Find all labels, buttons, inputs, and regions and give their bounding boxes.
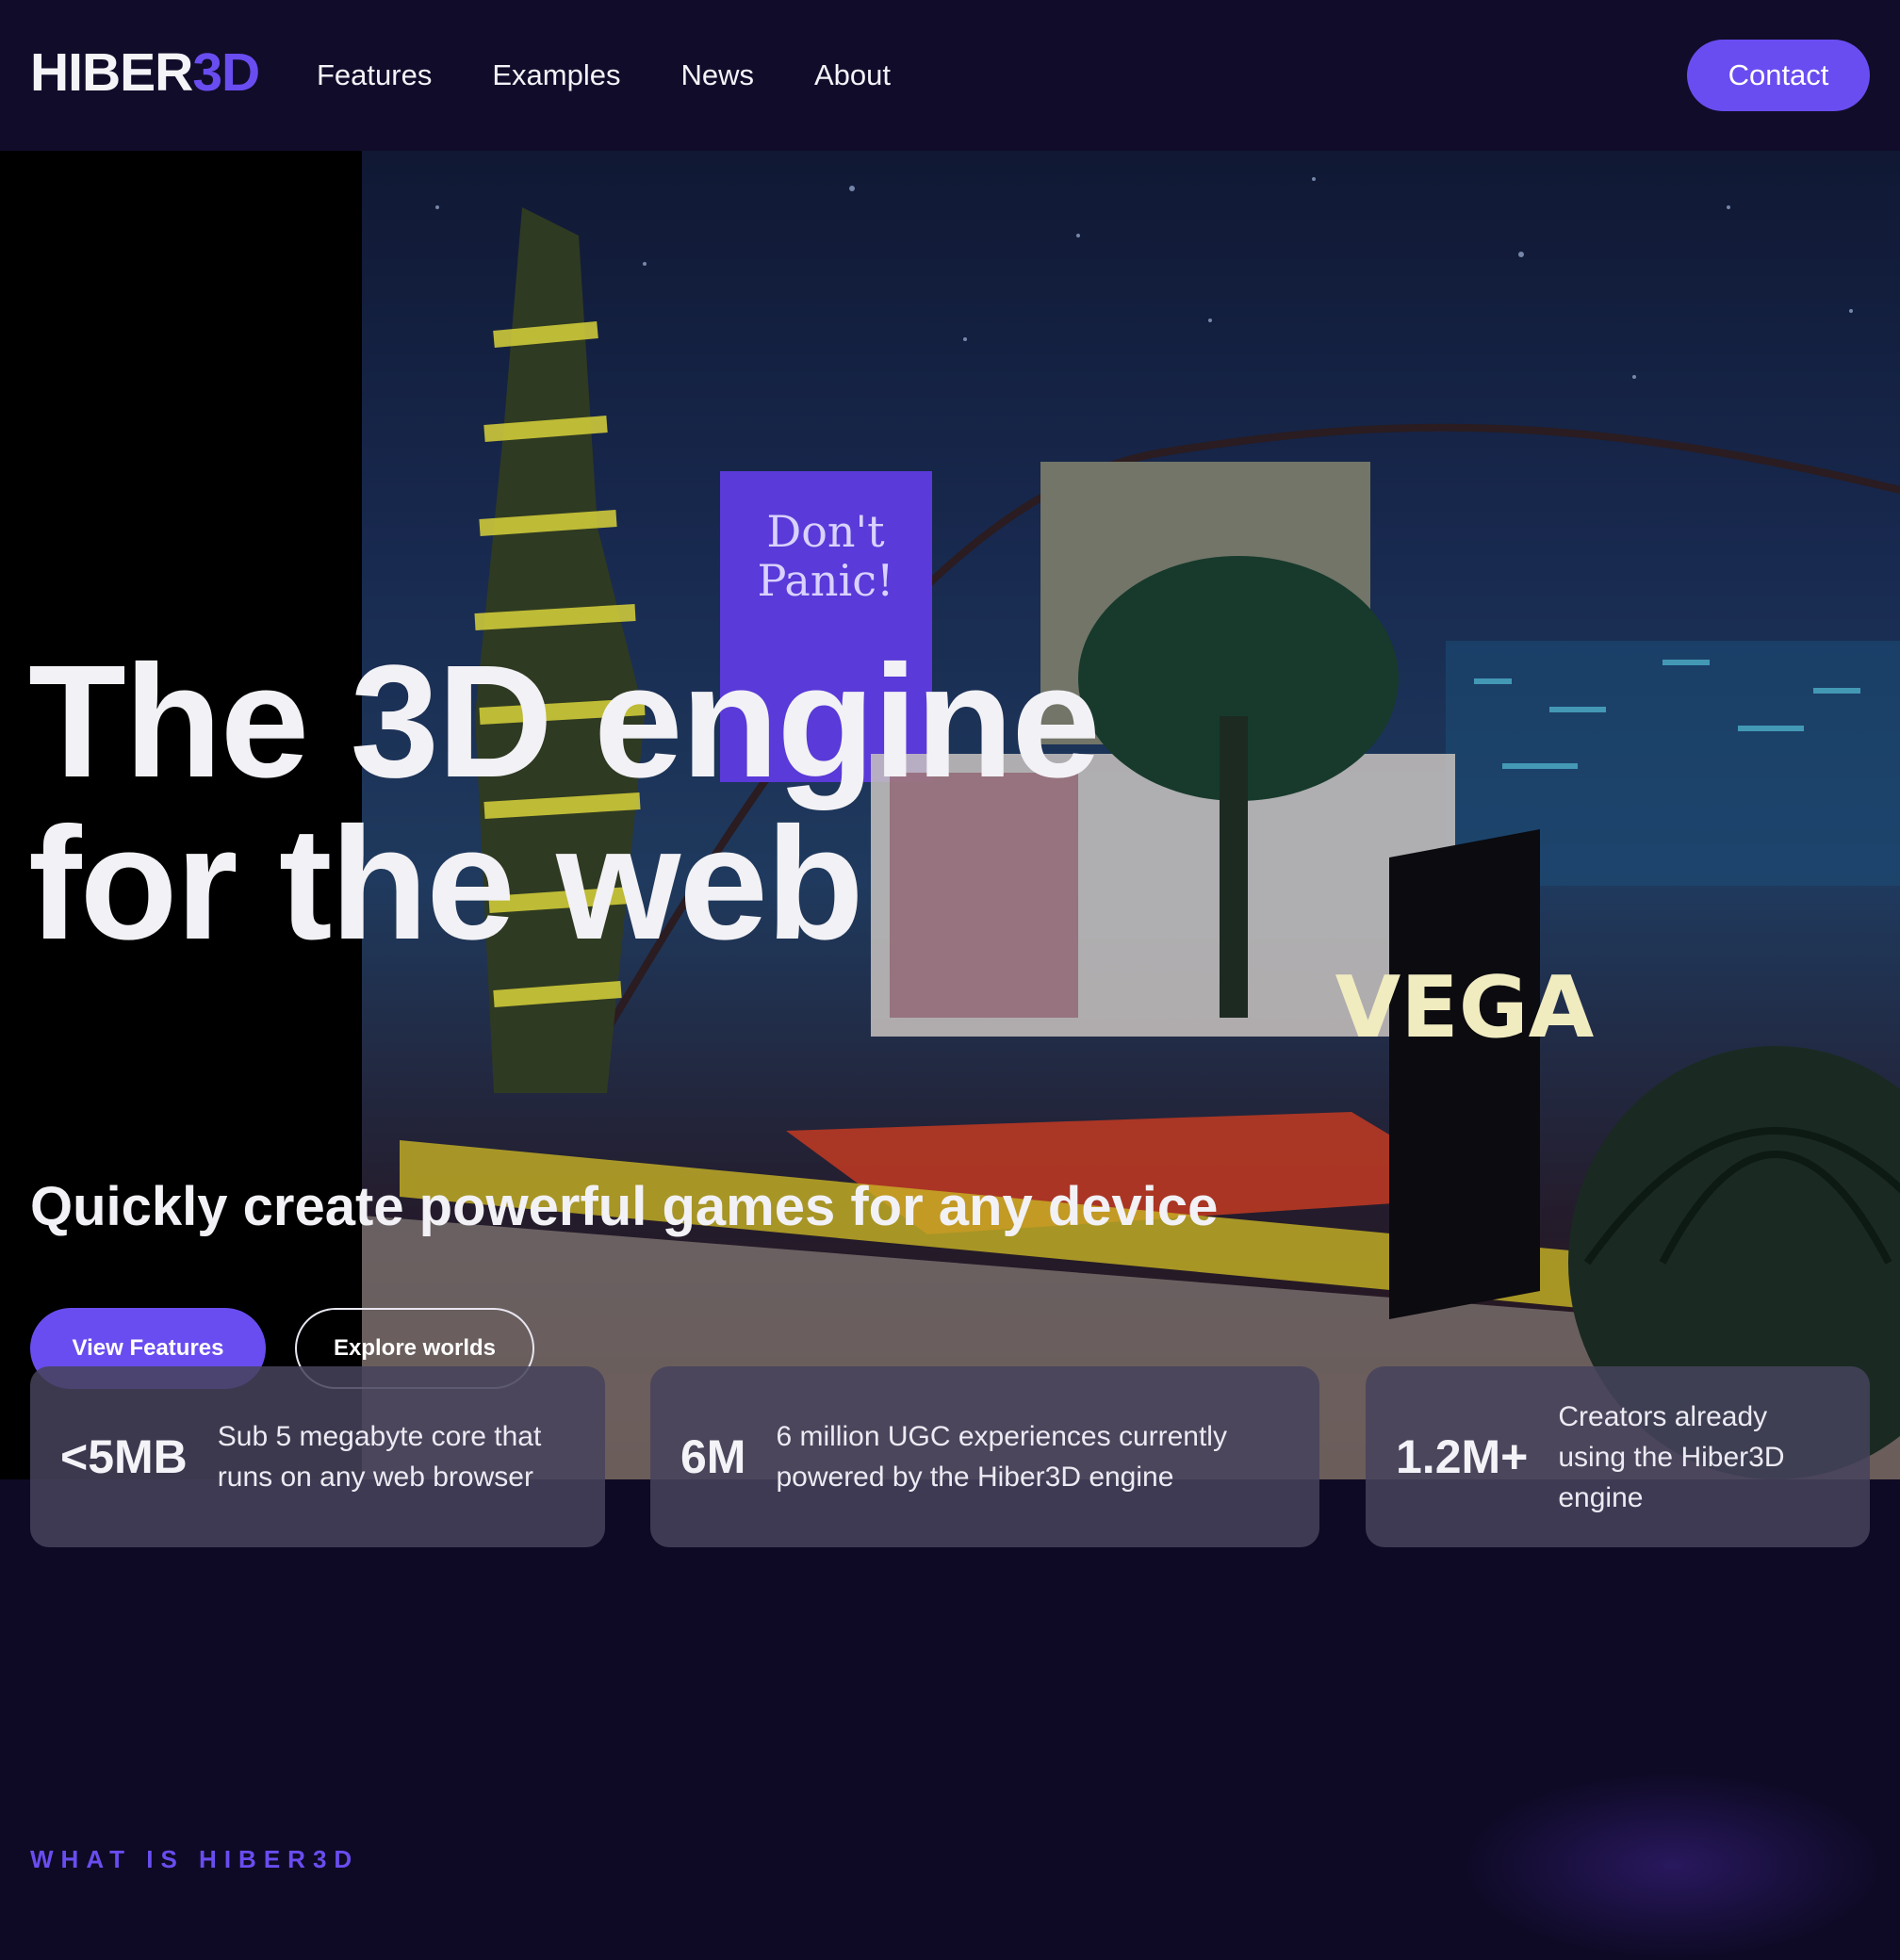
- logo-text-hiber: HIBER: [30, 42, 193, 103]
- stat-value: 1.2M+: [1396, 1430, 1529, 1483]
- svg-text:Panic!: Panic!: [758, 555, 894, 606]
- svg-text:Don't: Don't: [766, 506, 885, 557]
- nav-news[interactable]: News: [680, 53, 754, 98]
- hero-title: The 3D engine for the web: [28, 641, 1253, 965]
- main-nav: Features Examples News About: [317, 53, 891, 98]
- stat-description: Sub 5 megabyte core that runs on any web…: [217, 1421, 542, 1493]
- hero-title-line1: The 3D engine: [28, 632, 1101, 811]
- stat-description: 6 million UGC experiences currently powe…: [776, 1421, 1227, 1493]
- hero-section: Don't Panic! VEGA The 3D engine for the …: [0, 151, 1900, 1479]
- stat-value: <5MB: [60, 1430, 188, 1483]
- stat-description: Creators already using the Hiber3D engin…: [1558, 1400, 1785, 1513]
- stat-card-size: <5MB Sub 5 megabyte core that runs on an…: [30, 1366, 605, 1547]
- logo-text-3d: 3D: [192, 42, 260, 103]
- stat-card-experiences: 6M 6 million UGC experiences currently p…: [650, 1366, 1319, 1547]
- svg-text:VEGA: VEGA: [1335, 958, 1595, 1057]
- site-header: HIBER 3D Features Examples News About Con…: [0, 0, 1900, 151]
- nav-about[interactable]: About: [814, 53, 891, 98]
- stat-card-creators: 1.2M+ Creators already using the Hiber3D…: [1366, 1366, 1870, 1547]
- hiber3d-logo[interactable]: HIBER 3D: [30, 40, 260, 106]
- nav-examples[interactable]: Examples: [492, 53, 620, 98]
- stat-value: 6M: [680, 1430, 746, 1483]
- section-label-what-is: WHAT IS HIBER3D: [30, 1845, 360, 1873]
- hero-title-line2: for the web: [28, 794, 864, 973]
- contact-button[interactable]: Contact: [1687, 40, 1870, 111]
- nav-features[interactable]: Features: [317, 53, 432, 98]
- hero-subtitle: Quickly create powerful games for any de…: [30, 1176, 1219, 1237]
- purple-glow: [1461, 1772, 1885, 1960]
